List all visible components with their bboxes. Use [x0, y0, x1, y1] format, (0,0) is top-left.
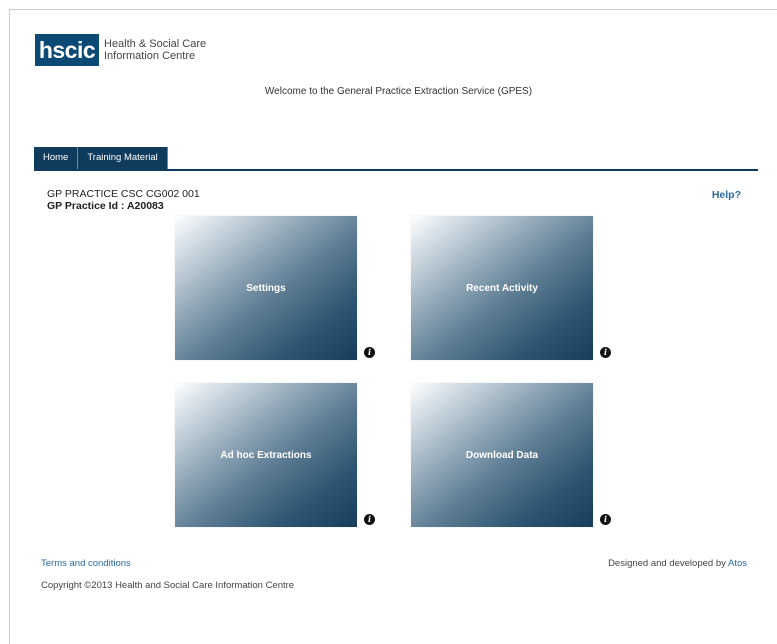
designed-by-text: Designed and developed by	[608, 558, 726, 569]
org-name-line2: Information Centre	[104, 50, 196, 62]
info-icon[interactable]: i	[600, 347, 611, 358]
nav-divider	[34, 169, 758, 171]
info-icon[interactable]: i	[364, 347, 375, 358]
tab-training-material[interactable]: Training Material	[78, 147, 168, 169]
hscic-logo[interactable]: hscic Health & Social Care Information C…	[35, 34, 206, 66]
tile-settings-label: Settings	[246, 282, 286, 294]
tile-download-data-label: Download Data	[465, 449, 539, 461]
tile-settings[interactable]: Settings	[175, 216, 357, 360]
atos-link[interactable]: Atos	[728, 558, 747, 569]
welcome-message: Welcome to the General Practice Extracti…	[264, 86, 533, 97]
info-icon[interactable]: i	[364, 514, 375, 525]
tile-download-data[interactable]: Download Data	[411, 383, 593, 527]
logo-mark: hscic	[35, 34, 99, 66]
designed-by: Designed and developed by Atos	[608, 558, 747, 569]
help-link[interactable]: Help?	[712, 189, 741, 201]
practice-name: GP PRACTICE CSC CG002 001	[47, 188, 200, 200]
copyright: Copyright ©2013 Health and Social Care I…	[41, 580, 295, 591]
tile-ad-hoc-extractions[interactable]: Ad hoc Extractions	[175, 383, 357, 527]
logo-text: Health & Social Care Information Centre	[104, 38, 206, 62]
page-frame	[9, 9, 777, 644]
terms-link[interactable]: Terms and conditions	[41, 558, 131, 569]
info-icon[interactable]: i	[600, 514, 611, 525]
org-name-line1: Health & Social Care	[104, 38, 207, 50]
practice-info: GP PRACTICE CSC CG002 001 GP Practice Id…	[47, 188, 200, 212]
tile-recent-activity[interactable]: Recent Activity	[411, 216, 593, 360]
tile-ad-hoc-extractions-label: Ad hoc Extractions	[220, 449, 312, 461]
tab-home[interactable]: Home	[34, 147, 79, 169]
tile-recent-activity-label: Recent Activity	[466, 282, 538, 294]
main-nav: Home Training Material	[34, 147, 168, 169]
practice-id: GP Practice Id : A20083	[47, 200, 164, 212]
